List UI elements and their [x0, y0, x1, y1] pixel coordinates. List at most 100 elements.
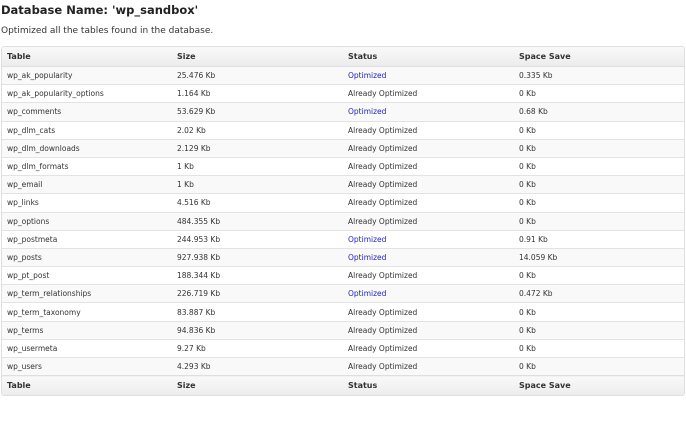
table-size-cell: 1.164 Kb [172, 84, 343, 104]
table-status-cell: Optimized [343, 284, 514, 304]
table-status-cell: Optimized [343, 248, 514, 268]
table-name-cell: wp_ak_popularity [2, 66, 172, 86]
table-row: wp_pt_post 188.344 Kb Already Optimized 0 K… [2, 266, 684, 286]
space-save-cell: 0 Kb [514, 193, 684, 213]
space-save-cell: 0 Kb [514, 175, 684, 195]
table-size-cell: 927.938 Kb [172, 248, 343, 268]
table-status-cell: Optimized [343, 66, 514, 86]
table-status-cell: Already Optimized [343, 266, 514, 286]
table-size-cell: 484.355 Kb [172, 212, 343, 231]
table-size-cell: 2.129 Kb [172, 139, 343, 158]
table-size-cell: 1 Kb [172, 157, 343, 177]
table-status-cell: Already Optimized [343, 139, 514, 158]
table-size-cell: 83.887 Kb [172, 302, 343, 322]
table-name-cell: wp_terms [2, 321, 172, 340]
space-save-cell: 14.059 Kb [514, 248, 684, 268]
table-name-cell: wp_dlm_formats [2, 157, 172, 177]
table-row: wp_users 4.293 Kb Already Optimized 0 Kb [2, 357, 684, 376]
space-save-cell: 0 Kb [514, 157, 684, 177]
column-header-space-save: Space Save [514, 47, 684, 67]
table-row: wp_postmeta 244.953 Kb Optimized 0.91 Kb [2, 230, 684, 249]
table-status-cell: Optimized [343, 230, 514, 249]
column-header-table: Table [2, 47, 172, 67]
results-table: Table Size Status Space Save wp_ak_popul… [2, 47, 684, 396]
table-row: wp_ak_popularity_options 1.164 Kb Already … [2, 84, 684, 104]
table-name-cell: wp_options [2, 212, 172, 231]
space-save-cell: 0.91 Kb [514, 230, 684, 249]
table-status-cell: Already Optimized [343, 175, 514, 195]
table-row: wp_comments 53.629 Kb Optimized 0.68 Kb [2, 102, 684, 122]
space-save-cell: 0 Kb [514, 121, 684, 140]
space-save-cell: 0 Kb [514, 84, 684, 104]
space-save-cell: 0 Kb [514, 302, 684, 322]
table-size-cell: 9.27 Kb [172, 339, 343, 359]
table-status-cell: Already Optimized [343, 157, 514, 177]
table-name-cell: wp_email [2, 175, 172, 195]
space-save-cell: 0 Kb [514, 212, 684, 231]
table-size-cell: 4.516 Kb [172, 193, 343, 213]
table-name-cell: wp_term_taxonomy [2, 302, 172, 322]
table-size-cell: 1 Kb [172, 175, 343, 195]
table-size-cell: 226.719 Kb [172, 284, 343, 304]
table-size-cell: 188.344 Kb [172, 266, 343, 286]
table-footer-row: Table Size Status Space Save [2, 375, 684, 396]
table-name-cell: wp_users [2, 357, 172, 376]
space-save-cell: 0 Kb [514, 321, 684, 340]
table-row: wp_terms 94.836 Kb Already Optimized 0 Kb [2, 321, 684, 340]
table-status-cell: Already Optimized [343, 193, 514, 213]
space-save-cell: 0 Kb [514, 139, 684, 158]
column-header-size: Size [172, 47, 343, 67]
table-name-cell: wp_pt_post [2, 266, 172, 286]
space-save-cell: 0.472 Kb [514, 284, 684, 304]
table-name-cell: wp_dlm_cats [2, 121, 172, 140]
optimize-results-table: Table Size Status Space Save wp_ak_popul… [1, 46, 685, 397]
table-row: wp_ak_popularity 25.476 Kb Optimized 0.335 … [2, 66, 684, 86]
table-status-cell: Already Optimized [343, 212, 514, 231]
table-row: wp_dlm_formats 1 Kb Already Optimized 0 Kb [2, 157, 684, 177]
status-message: Optimized all the tables found in the da… [1, 26, 214, 36]
table-name-cell: wp_links [2, 193, 172, 213]
table-name-cell: wp_ak_popularity_options [2, 84, 172, 104]
space-save-cell: 0 Kb [514, 339, 684, 359]
table-row: wp_options 484.355 Kb Already Optimized 0 K… [2, 212, 684, 231]
table-name-cell: wp_comments [2, 102, 172, 122]
space-save-cell: 0 Kb [514, 266, 684, 286]
table-status-cell: Already Optimized [343, 302, 514, 322]
page-title: Database Name: 'wp_sandbox' [1, 3, 199, 17]
table-status-cell: Already Optimized [343, 321, 514, 340]
table-status-cell: Already Optimized [343, 121, 514, 140]
table-row: wp_dlm_cats 2.02 Kb Already Optimized 0 Kb [2, 121, 684, 140]
space-save-cell: 0.68 Kb [514, 102, 684, 122]
table-name-cell: wp_usermeta [2, 339, 172, 359]
footer-header-size: Size [172, 375, 343, 396]
table-size-cell: 25.476 Kb [172, 66, 343, 86]
table-status-cell: Already Optimized [343, 84, 514, 104]
table-name-cell: wp_term_relationships [2, 284, 172, 304]
table-status-cell: Optimized [343, 102, 514, 122]
table-row: wp_posts 927.938 Kb Optimized 14.059 Kb [2, 248, 684, 268]
table-status-cell: Already Optimized [343, 339, 514, 359]
table-size-cell: 244.953 Kb [172, 230, 343, 249]
table-name-cell: wp_postmeta [2, 230, 172, 249]
table-row: wp_usermeta 9.27 Kb Already Optimized 0 Kb [2, 339, 684, 359]
table-row: wp_email 1 Kb Already Optimized 0 Kb [2, 175, 684, 195]
table-size-cell: 53.629 Kb [172, 102, 343, 122]
footer-header-table: Table [2, 375, 172, 396]
table-size-cell: 94.836 Kb [172, 321, 343, 340]
table-header-row: Table Size Status Space Save [2, 47, 684, 67]
table-name-cell: wp_posts [2, 248, 172, 268]
footer-header-status: Status [343, 375, 514, 396]
column-header-status: Status [343, 47, 514, 67]
table-row: wp_dlm_downloads 2.129 Kb Already Optimize… [2, 139, 684, 158]
table-name-cell: wp_dlm_downloads [2, 139, 172, 158]
space-save-cell: 0 Kb [514, 357, 684, 376]
table-row: wp_term_relationships 226.719 Kb Optimized… [2, 284, 684, 304]
table-row: wp_links 4.516 Kb Already Optimized 0 Kb [2, 193, 684, 213]
table-size-cell: 2.02 Kb [172, 121, 343, 140]
table-row: wp_term_taxonomy 83.887 Kb Already Optimiz… [2, 302, 684, 322]
space-save-cell: 0.335 Kb [514, 66, 684, 86]
footer-header-space-save: Space Save [514, 375, 684, 396]
table-body: wp_ak_popularity 25.476 Kb Optimized 0.335 … [2, 66, 684, 376]
table-status-cell: Already Optimized [343, 357, 514, 376]
table-size-cell: 4.293 Kb [172, 357, 343, 376]
